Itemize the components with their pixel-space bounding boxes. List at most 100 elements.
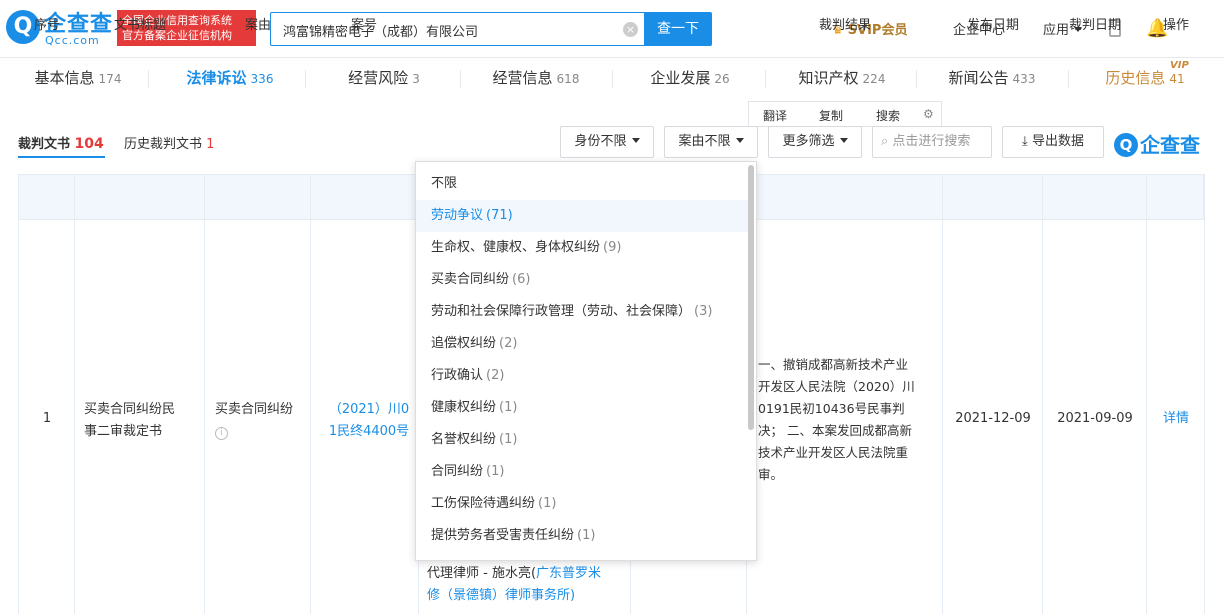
filter-label: 身份不限	[574, 134, 627, 149]
dropdown-item[interactable]: 不限	[416, 168, 751, 200]
row-result: 一、撤销成都高新技术产业 开发区人民法院（2020）川 0191民初10436号…	[758, 354, 940, 486]
info-icon[interactable]: i	[215, 427, 228, 440]
tab-label: 新闻公告	[948, 69, 1009, 87]
item-label: 买卖合同纠纷	[431, 272, 510, 287]
item-label: 名誉权纠纷	[431, 432, 497, 447]
text-toolbar: 翻译 复制 搜索 ⚙	[748, 101, 942, 127]
dropdown-item[interactable]: 追偿权纠纷 (2)	[416, 328, 751, 360]
row-index: 1	[42, 411, 52, 426]
tab-label: 基本信息	[34, 69, 95, 87]
filter-label: 更多筛选	[782, 134, 835, 149]
tab-basic-info[interactable]: 基本信息 174	[18, 58, 138, 100]
divider	[942, 174, 943, 614]
download-icon: ⤓	[1022, 134, 1028, 149]
logo-domain: Qcc.com	[45, 34, 100, 47]
gear-icon[interactable]: ⚙	[923, 107, 934, 121]
active-subtab-indicator	[18, 156, 105, 158]
divider	[1042, 174, 1043, 614]
tab-business-risk[interactable]: 经营风险 3	[324, 58, 444, 100]
dropdown-item[interactable]: 合同纠纷 (1)	[416, 456, 751, 488]
result-line: 开发区人民法院（2020）川	[758, 379, 915, 394]
detail-link[interactable]: 详情	[1148, 408, 1204, 430]
dropdown-item[interactable]: 买卖合同纠纷 (6)	[416, 264, 751, 296]
item-count: (1)	[499, 432, 518, 447]
tab-count: 618	[556, 72, 580, 86]
divider	[612, 70, 613, 88]
item-count: (3)	[694, 304, 713, 319]
tab-development[interactable]: 企业发展 26	[630, 58, 750, 100]
result-line: 技术产业开发区人民法院重	[758, 445, 909, 460]
chevron-down-icon	[631, 138, 640, 143]
row-lawyer: 代理律师 - 施水亮(广东普罗米 修（景德镇）律师事务所)	[427, 563, 627, 607]
copy-button[interactable]: 复制	[819, 107, 843, 124]
result-line: 决； 二、本案发回成都高新	[758, 423, 912, 438]
cause-dropdown: 不限 劳动争议 (71) 生命权、健康权、身体权纠纷 (9) 买卖合同纠纷 (6) 劳…	[415, 161, 757, 561]
item-label: 工伤保险待遇纠纷	[431, 496, 536, 511]
dropdown-item[interactable]: 行政确认 (2)	[416, 360, 751, 392]
search-text-button[interactable]: 搜索	[876, 107, 900, 124]
result-line: 一、撤销成都高新技术产业	[758, 357, 909, 372]
qcc-logo-icon: Q	[1114, 133, 1138, 157]
tab-label: 经营风险	[348, 69, 409, 87]
tab-ip[interactable]: 知识产权 224	[782, 58, 902, 100]
dropdown-item[interactable]: 工伤保险待遇纠纷 (1)	[416, 488, 751, 520]
dropdown-item[interactable]: 提供劳务者受害责任纠纷 (1)	[416, 520, 751, 552]
dropdown-item[interactable]: 劳动争议 (71)	[416, 200, 751, 232]
subtab-judgments[interactable]: 裁判文书 104	[18, 133, 104, 152]
item-count: (1)	[538, 496, 557, 511]
cause-text: 买卖合同纠纷	[215, 402, 294, 417]
item-count: (9)	[603, 240, 622, 255]
item-label: 劳动争议	[431, 208, 484, 223]
item-label: 合同纠纷	[431, 464, 484, 479]
dropdown-item[interactable]: 生命权、健康权、身体权纠纷 (9)	[416, 232, 751, 264]
col-index: 序号	[33, 18, 60, 33]
filter-search-input[interactable]: ⌕ 点击进行搜索	[872, 126, 992, 158]
subtab-label: 裁判文书	[18, 137, 71, 152]
dropdown-item[interactable]: 名誉权纠纷 (1)	[416, 424, 751, 456]
more-filters[interactable]: 更多筛选	[768, 126, 862, 158]
export-label: 导出数据	[1031, 134, 1084, 149]
dropdown-item[interactable]: 劳动和社会保障行政管理（劳动、社会保障） (3)	[416, 296, 751, 328]
result-line: 0191民初10436号民事判	[758, 401, 905, 416]
dropdown-scrollbar[interactable]	[748, 165, 754, 430]
item-label: 追偿权纠纷	[431, 336, 497, 351]
lawyer-prefix: 代理律师 - 施水亮(	[427, 566, 537, 581]
divider	[1204, 174, 1205, 614]
company-tabs: 基本信息 174 法律诉讼 336 经营风险 3 经营信息 618 企业发展 26 知识产…	[0, 58, 1224, 100]
divider	[1068, 70, 1069, 88]
subtab-history-judgments[interactable]: 历史裁判文书 1	[124, 133, 214, 152]
search-button[interactable]: 查一下	[644, 12, 712, 46]
export-button[interactable]: ⤓ 导出数据	[1002, 126, 1104, 158]
tab-legal[interactable]: 法律诉讼 336	[170, 58, 290, 100]
row-case-no[interactable]: （2021）川0 1民终4400号	[322, 399, 416, 443]
clear-icon[interactable]: ×	[623, 22, 638, 37]
subtab-count: 1	[206, 137, 215, 152]
search-placeholder: 点击进行搜索	[892, 134, 971, 149]
row-title[interactable]: 买卖合同纠纷民 事二审裁定书	[84, 399, 200, 443]
row-cause: 买卖合同纠纷 i	[215, 399, 307, 443]
item-count: (2)	[499, 336, 518, 351]
case-no-line: 1民终4400号	[328, 424, 410, 439]
tab-count: 26	[714, 72, 730, 86]
tab-news[interactable]: 新闻公告 433	[932, 58, 1052, 100]
chevron-down-icon	[839, 138, 848, 143]
law-firm-link[interactable]: 广东普罗米	[536, 566, 601, 581]
identity-filter[interactable]: 身份不限	[560, 126, 654, 158]
title-line: 买卖合同纠纷民	[84, 402, 176, 417]
row-publish-date: 2021-12-09	[955, 411, 1031, 426]
cause-filter[interactable]: 案由不限	[664, 126, 758, 158]
translate-button[interactable]: 翻译	[763, 107, 787, 124]
item-label: 不限	[431, 176, 458, 191]
item-label: 生命权、健康权、身体权纠纷	[431, 240, 601, 255]
divider	[204, 174, 205, 614]
tab-count: 433	[1012, 72, 1036, 86]
item-count: (1)	[577, 528, 596, 543]
title-line: 事二审裁定书	[84, 424, 163, 439]
item-count: (1)	[486, 464, 505, 479]
divider	[305, 70, 306, 88]
law-firm-link[interactable]: 修（景德镇）律师事务所)	[427, 585, 627, 607]
tab-count: 174	[98, 72, 122, 86]
tab-business-info[interactable]: 经营信息 618	[476, 58, 596, 100]
dropdown-item[interactable]: 健康权纠纷 (1)	[416, 392, 751, 424]
item-label: 健康权纠纷	[431, 400, 497, 415]
